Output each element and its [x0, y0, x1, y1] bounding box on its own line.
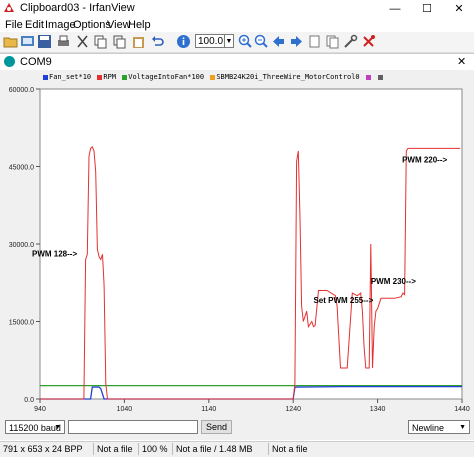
zoom-in-icon[interactable]	[238, 34, 253, 49]
exit-icon[interactable]	[361, 34, 376, 49]
legend-swatch	[378, 74, 384, 80]
line-ending-select[interactable]: Newline ▼	[408, 420, 470, 434]
copy-alt-icon[interactable]	[112, 34, 127, 49]
plot-annotation: PWM 230-->	[371, 277, 416, 286]
legend-label: VoltageIntoFan*100	[128, 73, 205, 81]
send-button[interactable]: Send	[201, 420, 232, 434]
page-icon[interactable]	[307, 34, 322, 49]
send-input[interactable]	[68, 420, 198, 434]
y-tick-label: 0.0	[24, 397, 34, 404]
legend-swatch	[43, 74, 48, 80]
serial-plot-chart: 0.0 15000.0 30000.0 45000.0 60000.0 940 1040 11…	[9, 87, 470, 413]
y-tick-label: 30000.0	[9, 242, 34, 249]
line-ending-value: Newline	[412, 423, 445, 433]
undo-icon[interactable]	[150, 34, 165, 49]
y-tick-label: 15000.0	[9, 320, 34, 327]
plotter-title: COM9	[20, 56, 52, 68]
paste-icon[interactable]	[131, 34, 146, 49]
status-separator	[172, 443, 173, 455]
y-tick-label: 45000.0	[9, 165, 34, 172]
close-button[interactable]: ✕	[444, 0, 474, 18]
legend-label: SBMB24K20i_ThreeWire_MotorControl0	[216, 73, 360, 81]
info-icon[interactable]	[176, 34, 191, 49]
maximize-button[interactable]: ☐	[412, 0, 442, 18]
settings-tools-icon[interactable]	[343, 34, 358, 49]
open-folder-icon[interactable]	[3, 34, 18, 49]
plot-annotation: PWM 220-->	[402, 155, 447, 164]
status-separator	[268, 443, 269, 455]
legend-label: RPM	[103, 73, 117, 81]
plot-area	[39, 88, 463, 400]
menu-edit[interactable]: Edit	[25, 19, 44, 31]
zoom-dropdown-arrow[interactable]: ▼	[225, 34, 234, 48]
legend-swatch	[97, 74, 103, 80]
status-dimensions: 791 x 653 x 24 BPP	[3, 444, 83, 454]
plot-annotation: Set PWM 255-->	[313, 296, 373, 305]
x-tick-label: 1040	[117, 406, 133, 413]
x-tick-label: 1240	[285, 406, 301, 413]
status-file: Not a file	[97, 444, 133, 454]
plot-legend: Fan_set*10 RPM VoltageIntoFan*100 SBMB24…	[41, 73, 384, 83]
legend-swatch	[365, 74, 371, 80]
zoom-out-icon[interactable]	[254, 34, 269, 49]
menu-bar: File Edit Image Options View Help	[0, 18, 474, 32]
status-file-size: Not a file / 1.48 MB	[176, 444, 253, 454]
arduino-icon	[4, 56, 15, 67]
status-file: Not a file	[272, 444, 308, 454]
menu-help[interactable]: Help	[128, 19, 151, 31]
y-tick-label: 60000.0	[9, 87, 34, 94]
minimize-button[interactable]: —	[380, 0, 410, 18]
plot-annotation: PWM 128-->	[32, 249, 77, 258]
plotter-close-button[interactable]: ✕	[457, 55, 466, 68]
status-zoom: 100 %	[142, 444, 168, 454]
x-tick-label: 940	[34, 406, 46, 413]
toolbar: 100.0 ▼	[0, 32, 474, 53]
zoom-input[interactable]: 100.0	[195, 34, 225, 48]
baud-rate-select[interactable]: 115200 baud ▼	[5, 420, 65, 434]
previous-arrow-icon[interactable]	[271, 34, 286, 49]
print-icon[interactable]	[56, 34, 71, 49]
irfanview-app-icon	[4, 3, 14, 12]
chevron-down-icon: ▼	[459, 424, 466, 431]
menu-file[interactable]: File	[5, 19, 23, 31]
copy-icon[interactable]	[93, 34, 108, 49]
legend-label: Fan_set*10	[49, 73, 92, 81]
chevron-down-icon: ▼	[54, 424, 61, 431]
status-separator	[138, 443, 139, 455]
legend-swatch	[122, 74, 128, 80]
slideshow-icon[interactable]	[20, 34, 35, 49]
x-tick-label: 1440	[454, 406, 470, 413]
x-tick-label: 1140	[201, 406, 216, 413]
next-arrow-icon[interactable]	[289, 34, 304, 49]
plotter-title-bar: COM9 ✕	[0, 54, 474, 70]
status-separator	[93, 443, 94, 455]
status-bar: 791 x 653 x 24 BPP Not a file 100 % Not …	[0, 441, 474, 457]
save-icon[interactable]	[37, 34, 52, 49]
menu-image[interactable]: Image	[45, 19, 76, 31]
menu-options[interactable]: Options	[73, 19, 111, 31]
legend-swatch	[210, 74, 216, 80]
x-tick-label: 1340	[370, 406, 386, 413]
title-bar: Clipboard03 - IrfanView — ☐ ✕	[0, 0, 474, 18]
cut-icon[interactable]	[75, 34, 90, 49]
window-title: Clipboard03 - IrfanView	[20, 2, 135, 14]
copy-page-icon[interactable]	[325, 34, 340, 49]
